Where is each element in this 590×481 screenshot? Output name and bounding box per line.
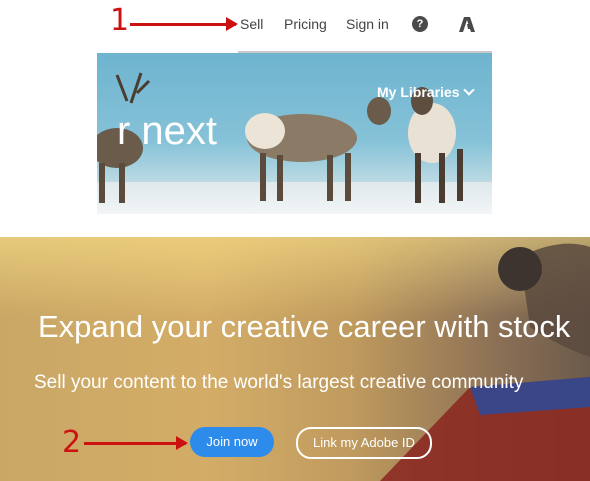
nav-pricing-link[interactable]: Pricing [284, 16, 327, 32]
step-two-label: 2 [62, 425, 82, 460]
step-one-label: 1 [110, 3, 130, 38]
nav-sell-link[interactable]: Sell [240, 16, 263, 32]
help-icon[interactable]: ? [412, 16, 428, 32]
my-libraries-dropdown[interactable]: My Libraries [377, 84, 476, 100]
join-now-button[interactable]: Join now [190, 427, 274, 457]
link-adobe-id-button[interactable]: Link my Adobe ID [296, 427, 432, 459]
hero-headline-fragment: r next [117, 109, 218, 153]
adobe-logo-icon[interactable] [458, 15, 476, 33]
banner-headline: Expand your creative career with stock [38, 309, 571, 344]
arrow-to-join [84, 436, 188, 450]
my-libraries-label: My Libraries [377, 84, 460, 100]
chevron-down-icon [463, 84, 476, 96]
hero-image: r next My Libraries [97, 53, 492, 214]
arrow-to-sell [130, 17, 238, 31]
banner-subheadline: Sell your content to the world's largest… [34, 372, 524, 393]
nav-sign-in-link[interactable]: Sign in [346, 16, 389, 32]
